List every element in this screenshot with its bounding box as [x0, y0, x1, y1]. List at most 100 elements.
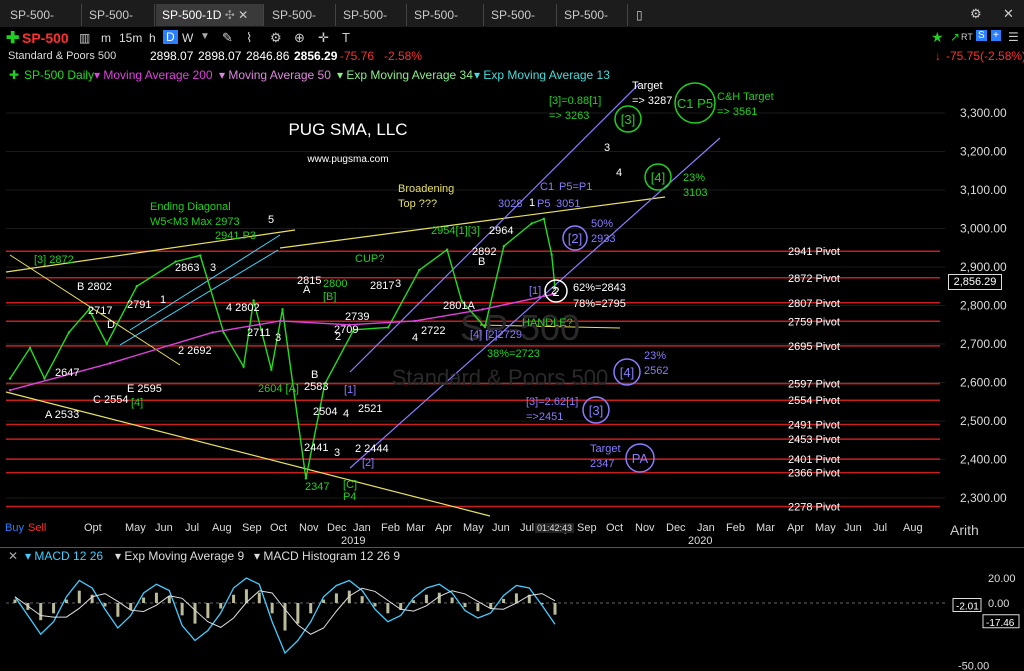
- share-button[interactable]: S: [976, 30, 987, 41]
- wave-label: E 2595: [127, 383, 162, 395]
- series-point: [413, 319, 417, 323]
- wave-label: 78%=2795: [573, 298, 626, 310]
- high-value: 2898.07: [198, 49, 242, 63]
- annotation-label: 23%: [644, 350, 666, 362]
- series-point: [270, 368, 273, 371]
- x-tick-label: Oct: [606, 522, 623, 534]
- series-point: [211, 331, 214, 334]
- interval-dropdown-icon[interactable]: ▼: [200, 31, 210, 42]
- x-tick-label: Sep: [242, 522, 262, 534]
- menu-icon[interactable]: ☰: [1008, 30, 1019, 44]
- indicator-icon[interactable]: ✎: [222, 30, 233, 46]
- x-tick-label[interactable]: Opt: [84, 522, 102, 534]
- macd-histogram-bar: [129, 603, 133, 610]
- x-tick-label: Aug: [903, 522, 923, 534]
- x-tick-label: Jun: [155, 522, 173, 534]
- tab-monthly[interactable]: SP-500-1Mo: [4, 4, 82, 44]
- wave-label: 38%=2723: [487, 348, 540, 360]
- interval-15m[interactable]: 15m: [119, 31, 142, 45]
- interval-m[interactable]: m: [101, 31, 111, 45]
- wave-label: 2800: [323, 278, 347, 290]
- macd-signal-value: -17.46: [986, 618, 1015, 629]
- legend-macd[interactable]: ▾ MACD 12 26: [25, 549, 103, 563]
- x-tick-label[interactable]: Sell: [28, 522, 46, 534]
- favorite-icon[interactable]: ★: [931, 29, 944, 46]
- x-tick-label: Jul: [520, 522, 534, 534]
- annotation-label: =>2451: [526, 411, 563, 423]
- tab-5m[interactable]: SP-500-5M: [485, 4, 557, 44]
- series-point: [279, 319, 282, 323]
- annotation-label: 3: [604, 142, 610, 154]
- plus-button[interactable]: +: [991, 30, 1001, 41]
- wave-label: [2]: [362, 457, 374, 469]
- wave-label: 2 2692: [178, 345, 212, 357]
- tab-15m[interactable]: SP-500-15M: [408, 4, 484, 44]
- tab-1h[interactable]: SP-500-1H: [337, 4, 407, 44]
- annotation-label: 2933: [591, 233, 615, 245]
- x-tick-label[interactable]: Buy: [5, 522, 24, 534]
- change-pct-value: -2.58%: [384, 49, 423, 63]
- symbol-toolbar: ✚ SP-500 ▥ m 15m h D W ▼ ✎ ⌇ ⚙ ⊕ ✛ T ★ ↗…: [0, 27, 1024, 49]
- series-point: [108, 362, 112, 365]
- interval-d[interactable]: D: [163, 30, 178, 44]
- settings-icon[interactable]: ⚙: [270, 30, 282, 46]
- macd-histogram-bar: [77, 590, 81, 603]
- window-close-icon[interactable]: ✕: [1003, 6, 1014, 22]
- pivot-label: 2872 Pivot: [788, 273, 840, 285]
- scale-mode[interactable]: Arith: [950, 522, 979, 538]
- macd-chart[interactable]: 20.00 0.00 -50.00 -2.01 -17.46: [0, 567, 1024, 671]
- text-icon[interactable]: T: [342, 30, 350, 45]
- series-point: [418, 268, 421, 272]
- open-value: 2898.07: [150, 49, 194, 63]
- layout-icon[interactable]: ⚙: [970, 6, 982, 22]
- wave-label: 5: [268, 214, 274, 226]
- wave-label: 2964: [489, 225, 513, 237]
- interval-h[interactable]: h: [149, 31, 156, 45]
- crosshair-icon[interactable]: ✛: [318, 30, 329, 46]
- wave-label: 4 2802: [226, 302, 260, 314]
- annotation-label: 23%: [683, 172, 705, 184]
- symbol-label[interactable]: SP-500: [22, 30, 69, 46]
- new-tab-icon[interactable]: ▯: [630, 4, 652, 26]
- y-tick-label: 2,600.00: [960, 376, 1007, 390]
- tab-1m[interactable]: SP-500-1M: [558, 4, 628, 44]
- x-tick-label: Sep: [577, 522, 597, 534]
- interval-w[interactable]: W: [182, 31, 193, 45]
- tab-daily-label: SP-500-1D: [162, 8, 222, 22]
- x-tick-label: May: [463, 522, 484, 534]
- legend-macd-hist-label: MACD Histogram 12 26 9: [263, 549, 401, 563]
- annotation-label: [3]=0.88[1]: [549, 95, 601, 107]
- y-tick-label: 2,700.00: [960, 337, 1007, 351]
- legend-macd-signal[interactable]: ▾ Exp Moving Average 9: [115, 549, 244, 563]
- x-tick-label: Jul: [873, 522, 887, 534]
- x-tick-label: Dec: [666, 522, 686, 534]
- add-symbol-icon[interactable]: ✚: [6, 28, 19, 48]
- draw-icon[interactable]: ⌇: [246, 30, 252, 46]
- tab-daily[interactable]: SP-500-1D ✣ ✕: [156, 4, 264, 26]
- series-point: [483, 325, 487, 329]
- close-icon[interactable]: ✕: [238, 8, 248, 22]
- macd-histogram-bar: [180, 603, 184, 616]
- zoom-icon[interactable]: ⊕: [294, 30, 305, 46]
- series-point: [105, 342, 108, 346]
- price-chart[interactable]: 2941 Pivot 2872 Pivot 2807 Pivot 2759 Pivot…: [0, 67, 1024, 517]
- close-value: 2856.29: [294, 49, 338, 63]
- pane-divider[interactable]: [0, 547, 1024, 548]
- macd-collapse-icon[interactable]: ✕: [8, 549, 18, 563]
- legend-macd-hist[interactable]: ▾ MACD Histogram 12 26 9: [254, 549, 400, 563]
- chart-type-icon[interactable]: ▥: [79, 31, 90, 45]
- legend-macd-label: MACD 12 26: [34, 549, 104, 563]
- wave-label: 62%=2843: [573, 282, 626, 294]
- wave-label: [C]: [343, 479, 357, 491]
- tab-weekly[interactable]: SP-500-1W: [83, 4, 155, 44]
- macd-histogram-bar: [193, 603, 197, 624]
- macd-histogram-bar: [232, 594, 236, 603]
- instrument-name: Standard & Poors 500: [8, 50, 117, 62]
- time-axis[interactable]: Buy Sell Opt May Jun Jul Aug Sep Oct Nov Dec Jan Feb…: [0, 517, 1024, 547]
- series-point: [530, 222, 533, 225]
- macd-histogram-bar: [206, 603, 210, 619]
- annotation-label: W5<M3 Max 2973: [150, 216, 240, 228]
- wave-label: 2583: [304, 381, 328, 393]
- macd-histogram-bar: [476, 603, 480, 612]
- tab-4h[interactable]: SP-500-4H: [266, 4, 336, 44]
